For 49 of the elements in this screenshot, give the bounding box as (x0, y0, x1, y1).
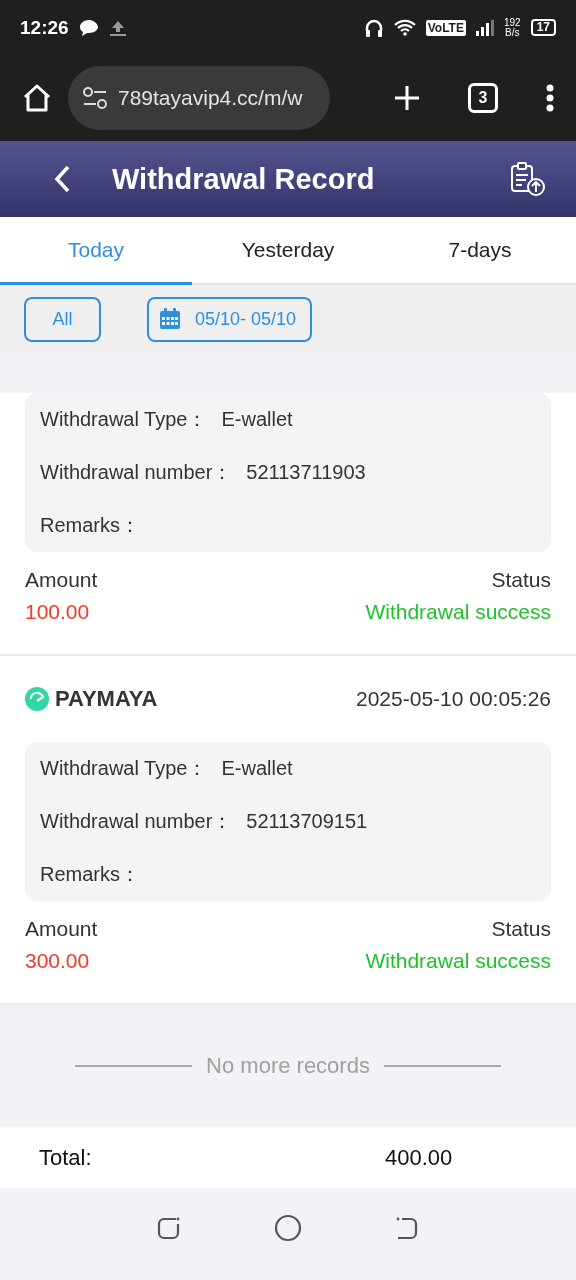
detail-value: 52113709151 (246, 810, 368, 833)
detail-value: E-wallet (221, 408, 293, 431)
total-value: 400.00 (385, 1144, 454, 1171)
back-icon[interactable] (52, 164, 72, 194)
network-speed-value: 192 (503, 17, 521, 28)
detail-label: Remarks： (40, 862, 140, 887)
chat-bubble-icon (78, 18, 99, 37)
battery-level: 17 (530, 19, 556, 36)
clipboard-upload-icon[interactable] (510, 161, 546, 197)
address-bar[interactable]: 789tayavip4.cc/m/w (68, 66, 330, 130)
home-button-icon[interactable] (274, 1214, 302, 1242)
record-time: 2025-05-10 00:05:26 (356, 687, 551, 711)
detail-value: 52113711903 (246, 461, 366, 484)
total-label: Total: (39, 1144, 93, 1171)
period-tab[interactable]: Yesterday (192, 217, 384, 285)
calendar-icon (159, 308, 181, 330)
volte-badge: VoLTE (425, 19, 466, 36)
wallet-logo-icon (25, 687, 49, 711)
clock-time: 12:26 (20, 16, 69, 39)
page-title: Withdrawal Record (112, 162, 376, 196)
detail-label: Remarks： (40, 513, 140, 538)
new-tab-icon[interactable] (394, 85, 420, 111)
detail-value: E-wallet (221, 757, 293, 780)
wifi-icon (393, 19, 416, 36)
signal-icon (475, 19, 494, 36)
headphones-icon (363, 17, 384, 38)
detail-label: Withdrawal number： (40, 809, 233, 834)
network-speed-unit: B/s (505, 27, 520, 38)
detail-label: Withdrawal Type： (40, 407, 208, 432)
tab-count-button[interactable]: 3 (468, 83, 498, 113)
amount-value: 100.00 (25, 600, 91, 624)
more-menu-icon[interactable] (546, 84, 554, 112)
status-value: Withdrawal success (365, 600, 551, 624)
period-tab[interactable]: 7-days (384, 217, 576, 285)
site-settings-icon[interactable] (82, 87, 108, 109)
status-label: Status (490, 917, 551, 941)
detail-label: Withdrawal number： (40, 460, 233, 485)
amount-label: Amount (25, 568, 99, 592)
amount-label: Amount (25, 917, 99, 941)
end-of-list-text: No more records (206, 1053, 370, 1079)
status-value: Withdrawal success (365, 949, 551, 973)
status-label: Status (490, 568, 551, 592)
payment-method: PAYMAYA (55, 686, 158, 712)
detail-label: Withdrawal Type： (40, 756, 208, 781)
upload-icon (108, 19, 127, 36)
back-gesture-icon[interactable] (394, 1215, 420, 1241)
amount-value: 300.00 (25, 949, 91, 973)
recent-apps-icon[interactable] (156, 1215, 182, 1241)
home-icon[interactable] (22, 83, 52, 113)
